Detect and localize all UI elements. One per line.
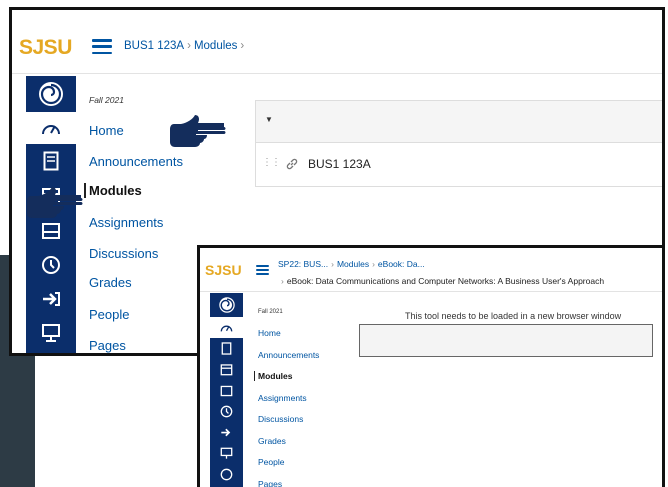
nav-announcements[interactable]: Announcements <box>89 154 183 169</box>
breadcrumb-course[interactable]: BUS1 123A <box>124 40 184 52</box>
top-bar: SJSU BUS1 123A › Modules › <box>12 10 662 74</box>
term-label: Fall 2021 <box>89 95 124 105</box>
breadcrumb-ebook[interactable]: eBook: Da... <box>378 259 425 269</box>
inbox-icon[interactable] <box>210 380 243 401</box>
studio-icon[interactable] <box>26 316 76 350</box>
drag-handle-icon[interactable]: ⋮⋮ <box>262 157 281 168</box>
spiral-logo-icon[interactable] <box>210 293 243 317</box>
term-label: Fall 2021 <box>258 309 283 315</box>
global-nav <box>210 293 243 487</box>
sjsu-logo[interactable]: SJSU <box>19 36 72 60</box>
courses-icon[interactable] <box>210 338 243 359</box>
sjsu-logo[interactable]: SJSU <box>205 262 242 278</box>
breadcrumb: BUS1 123A › Modules › <box>124 40 245 52</box>
history-icon[interactable] <box>210 401 243 422</box>
nav-assignments[interactable]: Assignments <box>89 215 163 230</box>
nav-home[interactable]: Home <box>89 123 124 138</box>
nav-people[interactable]: People <box>89 307 129 322</box>
breadcrumb-modules[interactable]: Modules <box>194 40 237 52</box>
dashboard-icon[interactable] <box>26 112 76 144</box>
nav-announcements[interactable]: Announcements <box>258 350 319 360</box>
module-item-title[interactable]: BUS1 123A <box>308 157 371 171</box>
nav-grades[interactable]: Grades <box>258 436 286 446</box>
pointing-hand-icon <box>27 187 83 218</box>
link-icon <box>285 157 299 176</box>
nav-home[interactable]: Home <box>258 328 281 338</box>
commons-icon[interactable] <box>26 282 76 316</box>
breadcrumb-modules[interactable]: Modules <box>337 259 369 269</box>
collapse-caret-icon[interactable]: ▼ <box>265 115 273 124</box>
help-icon[interactable] <box>26 350 76 353</box>
module-header[interactable]: ▼ <box>255 100 662 143</box>
top-bar: SJSU SP22: BUS... › Modules › eBook: Da... ›… <box>200 248 662 292</box>
commons-icon[interactable] <box>210 422 243 443</box>
nav-pages[interactable]: Pages <box>89 338 126 353</box>
calendar-icon[interactable] <box>210 359 243 380</box>
spiral-logo-icon[interactable] <box>26 76 76 112</box>
nav-modules[interactable]: Modules <box>84 183 142 198</box>
breadcrumb-course[interactable]: SP22: BUS... <box>278 259 328 269</box>
courses-icon[interactable] <box>26 144 76 178</box>
nav-modules[interactable]: Modules <box>254 371 292 381</box>
dashboard-icon[interactable] <box>210 317 243 338</box>
module-item[interactable]: ⋮⋮ BUS1 123A <box>255 143 662 187</box>
hamburger-menu-icon[interactable] <box>92 39 112 54</box>
nav-grades[interactable]: Grades <box>89 275 132 290</box>
nav-people[interactable]: People <box>258 457 284 467</box>
tool-message: This tool needs to be loaded in a new br… <box>405 311 622 321</box>
nav-pages[interactable]: Pages <box>258 479 282 487</box>
pointing-hand-icon <box>170 115 226 147</box>
breadcrumb-current: eBook: Data Communications and Computer … <box>286 276 605 286</box>
nav-assignments[interactable]: Assignments <box>258 393 307 403</box>
nav-discussions[interactable]: Discussions <box>258 414 303 424</box>
hamburger-menu-icon[interactable] <box>256 265 269 275</box>
load-in-new-window-button[interactable] <box>359 324 653 357</box>
studio-icon[interactable] <box>210 443 243 464</box>
ebook-screenshot: SJSU SP22: BUS... › Modules › eBook: Da... ›… <box>197 245 665 487</box>
history-icon[interactable] <box>26 248 76 282</box>
breadcrumb: SP22: BUS... › Modules › eBook: Da... › eBook… <box>278 259 605 286</box>
help-icon[interactable] <box>210 464 243 485</box>
nav-discussions[interactable]: Discussions <box>89 246 158 261</box>
